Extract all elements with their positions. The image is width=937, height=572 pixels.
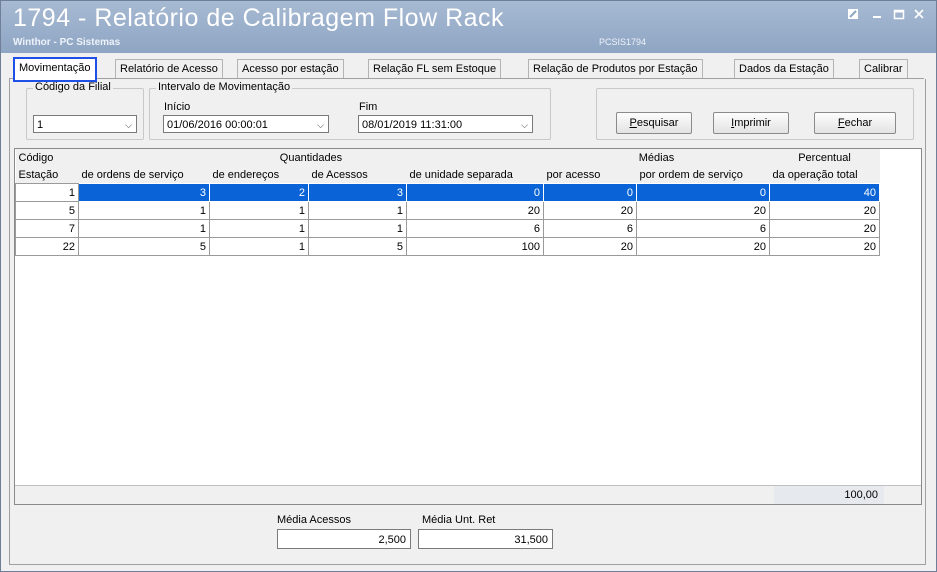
filial-select-value: 1	[37, 119, 44, 131]
table-cell[interactable]: 40	[769, 183, 880, 202]
print-button[interactable]: Imprimir	[713, 112, 789, 134]
tab-relacao-fl-sem-estoque[interactable]: Relação FL sem Estoque	[368, 59, 502, 78]
movement-grid[interactable]: Código Quantidades Médias Percentual Est…	[14, 148, 922, 505]
table-cell[interactable]: 6	[636, 219, 770, 238]
table-cell[interactable]: 0	[406, 183, 544, 202]
table-cell[interactable]: 20	[543, 237, 637, 256]
column-header[interactable]: Estação	[15, 166, 79, 184]
grid-footer: 100,00	[15, 485, 921, 504]
table-row[interactable]: 1 3 2 3 0 0 0 40	[15, 183, 880, 202]
end-date-picker[interactable]: 08/01/2019 11:31:00 ⌵	[358, 115, 533, 133]
close-button-label: Fechar	[837, 117, 873, 129]
tab-strip: Movimentação Relatório de Acesso Acesso …	[9, 57, 924, 82]
table-cell[interactable]: 22	[15, 237, 79, 256]
table-cell[interactable]: 20	[636, 237, 770, 256]
table-cell[interactable]: 1	[78, 201, 210, 220]
table-cell[interactable]: 1	[78, 219, 210, 238]
system-code: PCSIS1794	[599, 37, 647, 47]
column-header[interactable]: da operação total	[769, 166, 880, 184]
table-cell[interactable]: 20	[769, 219, 880, 238]
table-cell[interactable]: 100	[406, 237, 544, 256]
maximize-icon[interactable]	[889, 7, 909, 23]
column-header[interactable]: de endereços	[209, 166, 309, 184]
window-title: 1794 - Relatório de Calibragem Flow Rack	[13, 4, 505, 32]
table-cell[interactable]: 20	[769, 237, 880, 256]
column-header[interactable]: por ordem de serviço	[636, 166, 770, 184]
table-cell[interactable]: 20	[636, 201, 770, 220]
print-button-label: Imprimir	[731, 117, 771, 129]
chevron-down-icon[interactable]: ⌵	[317, 116, 324, 134]
header-quantidades: Quantidades	[78, 149, 544, 166]
header-medias: Médias	[543, 149, 770, 166]
title-bar[interactable]: 1794 - Relatório de Calibragem Flow Rack…	[1, 1, 936, 53]
table-cell[interactable]: 5	[15, 201, 79, 220]
table-cell[interactable]: 20	[543, 201, 637, 220]
start-date-picker[interactable]: 01/06/2016 00:00:01 ⌵	[163, 115, 329, 133]
media-unt-ret-field[interactable]: 31,500	[418, 529, 553, 549]
search-button-label: Pesquisar	[629, 117, 679, 129]
end-date-value: 08/01/2019 11:31:00	[362, 119, 463, 131]
search-button[interactable]: Pesquisar	[616, 112, 692, 134]
tab-calibrar[interactable]: Calibrar	[859, 59, 908, 78]
minimize-icon[interactable]	[867, 7, 887, 23]
column-header[interactable]: por acesso	[543, 166, 637, 184]
app-window: 1794 - Relatório de Calibragem Flow Rack…	[0, 0, 937, 572]
table-row[interactable]: 22 5 1 5 100 20 20 20	[15, 237, 880, 256]
table-cell[interactable]: 0	[636, 183, 770, 202]
table-cell[interactable]: 1	[15, 183, 79, 202]
column-header[interactable]: de ordens de serviço	[78, 166, 210, 184]
table-cell[interactable]: 3	[308, 183, 407, 202]
grid-footer-total: 100,00	[774, 486, 884, 504]
table-cell[interactable]: 6	[406, 219, 544, 238]
table-cell[interactable]: 1	[209, 201, 309, 220]
table-cell[interactable]: 6	[543, 219, 637, 238]
restore-icon[interactable]	[843, 7, 863, 23]
table-cell[interactable]: 1	[209, 219, 309, 238]
chevron-down-icon[interactable]: ⌵	[521, 116, 528, 134]
media-unt-ret-label: Média Unt. Ret	[422, 514, 496, 526]
table-cell[interactable]: 5	[78, 237, 210, 256]
table-cell[interactable]: 1	[209, 237, 309, 256]
tab-acesso-estacao[interactable]: Acesso por estação	[237, 59, 344, 78]
tab-relacao-produtos-estacao[interactable]: Relação de Produtos por Estação	[528, 59, 703, 78]
table-cell[interactable]: 7	[15, 219, 79, 238]
table-cell[interactable]: 2	[209, 183, 309, 202]
column-header[interactable]: de unidade separada	[406, 166, 544, 184]
media-acessos-label: Média Acessos	[277, 514, 351, 526]
movement-table: Código Quantidades Médias Percentual Est…	[15, 149, 880, 256]
close-button[interactable]: Fechar	[814, 112, 896, 134]
table-cell[interactable]: 5	[308, 237, 407, 256]
filial-group-label: Código da Filial	[33, 81, 113, 93]
table-cell[interactable]: 3	[78, 183, 210, 202]
filial-select[interactable]: 1 ⌵	[33, 115, 137, 133]
start-date-value: 01/06/2016 00:00:01	[167, 119, 268, 131]
end-label: Fim	[359, 101, 378, 113]
table-cell[interactable]: 0	[543, 183, 637, 202]
chevron-down-icon[interactable]: ⌵	[125, 116, 132, 134]
column-header[interactable]: de Acessos	[308, 166, 407, 184]
table-row[interactable]: 7 1 1 1 6 6 6 20	[15, 219, 880, 238]
tab-dados-estacao[interactable]: Dados da Estação	[734, 59, 834, 78]
media-acessos-field[interactable]: 2,500	[277, 529, 411, 549]
tab-relatorio-acesso[interactable]: Relatório de Acesso	[115, 59, 223, 78]
header-codigo: Código	[15, 149, 79, 166]
tab-movimentacao[interactable]: Movimentação	[13, 57, 97, 82]
table-cell[interactable]: 20	[769, 201, 880, 220]
table-cell[interactable]: 20	[406, 201, 544, 220]
table-row[interactable]: 5 1 1 1 20 20 20 20	[15, 201, 880, 220]
start-label: Início	[164, 101, 191, 113]
header-percentual: Percentual	[769, 149, 880, 166]
table-cell[interactable]: 1	[308, 219, 407, 238]
close-icon[interactable]	[909, 7, 929, 23]
window-subtitle: Winthor - PC Sistemas	[13, 37, 121, 48]
interval-group-label: Intervalo de Movimentação	[156, 81, 293, 93]
table-cell[interactable]: 1	[308, 201, 407, 220]
